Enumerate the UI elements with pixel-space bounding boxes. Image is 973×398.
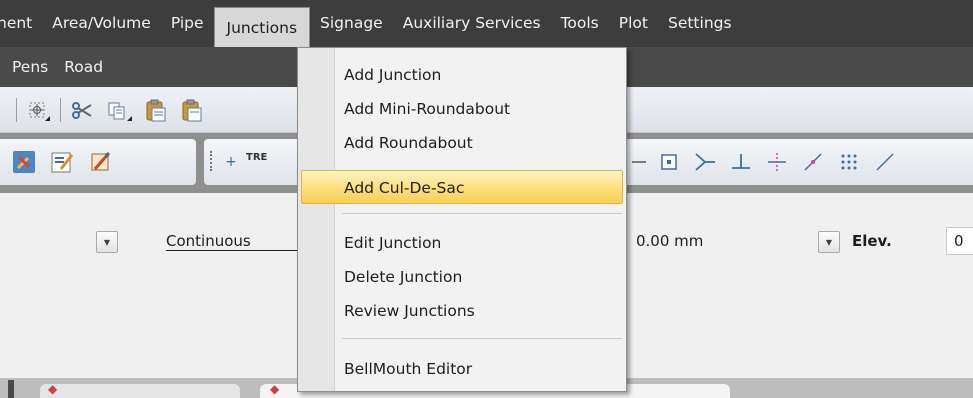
snap-perpendicular-icon[interactable]	[727, 149, 755, 175]
toolbar-separator	[60, 98, 61, 122]
snap-grid-icon[interactable]	[835, 149, 863, 175]
track-label[interactable]: TRE	[246, 152, 267, 163]
snap-toolbar	[625, 139, 973, 185]
menu-item-add-junction[interactable]: Add Junction	[298, 58, 626, 92]
tab-strip-handle	[8, 380, 14, 398]
tools-toolbar	[0, 139, 196, 185]
copy-icon[interactable]	[104, 98, 134, 124]
thickness-dropdown-button[interactable]: ▼	[818, 231, 840, 253]
menu-item-add-mini-roundabout[interactable]: Add Mini-Roundabout	[298, 92, 626, 126]
snap-center-icon[interactable]	[655, 149, 683, 175]
add-point-icon[interactable]: +	[222, 151, 240, 173]
menu-item-alignment[interactable]: nent	[0, 0, 42, 47]
document-tab[interactable]: ◆	[40, 382, 240, 398]
menu-item-road[interactable]: Road	[56, 58, 111, 76]
menu-item-tools[interactable]: Tools	[551, 0, 609, 47]
layer-dropdown-button[interactable]: ▼	[96, 231, 118, 253]
edit-layer-icon[interactable]	[86, 148, 114, 176]
snap-intersection-icon[interactable]	[691, 149, 719, 175]
snap-nearest-icon[interactable]	[763, 149, 791, 175]
track-toolbar: + TRE	[204, 139, 300, 185]
toolbar-separator	[16, 98, 17, 122]
menu-item-bellmouth-editor[interactable]: BellMouth Editor	[298, 352, 626, 386]
menu-item-delete-junction[interactable]: Delete Junction	[298, 260, 626, 294]
menu-item-plot[interactable]: Plot	[609, 0, 658, 47]
snap-extension-icon[interactable]	[871, 149, 899, 175]
menu-item-add-roundabout[interactable]: Add Roundabout	[298, 126, 626, 160]
drawing-icon: ◆	[48, 382, 58, 396]
snap-line-icon[interactable]	[629, 149, 651, 175]
toolbar-grip	[210, 151, 215, 171]
menu-item-settings[interactable]: Settings	[658, 0, 742, 47]
drawing-icon: ◆	[270, 382, 280, 396]
menu-divider	[342, 213, 622, 214]
snap-tangent-icon[interactable]	[799, 149, 827, 175]
menu-bar: nent Area/Volume Pipe Junctions Signage …	[0, 0, 973, 47]
edit-properties-icon[interactable]	[48, 148, 76, 176]
menu-item-pens[interactable]: Pens	[0, 58, 56, 76]
menu-item-auxiliary-services[interactable]: Auxiliary Services	[393, 0, 551, 47]
menu-item-junctions[interactable]: Junctions	[213, 7, 311, 47]
cut-icon[interactable]	[68, 98, 96, 124]
elev-input[interactable]: 0	[946, 227, 973, 255]
junctions-menu: Add Junction Add Mini-Roundabout Add Rou…	[297, 47, 627, 392]
tools-icon[interactable]	[10, 148, 38, 176]
menu-item-pipe[interactable]: Pipe	[161, 0, 214, 47]
snap-target-icon[interactable]	[24, 98, 52, 124]
menu-item-area-volume[interactable]: Area/Volume	[42, 0, 161, 47]
menu-divider	[342, 338, 622, 339]
linetype-field[interactable]: Continuous	[166, 232, 298, 251]
menu-item-review-junctions[interactable]: Review Junctions	[298, 294, 626, 328]
elev-value: 0	[954, 232, 964, 250]
paste-special-icon[interactable]	[178, 97, 206, 125]
menu-item-signage[interactable]: Signage	[310, 0, 393, 47]
paste-icon[interactable]	[142, 97, 170, 125]
menu-item-edit-junction[interactable]: Edit Junction	[298, 226, 626, 260]
menu-item-add-cul-de-sac[interactable]: Add Cul-De-Sac	[301, 170, 623, 204]
elev-label: Elev.	[852, 232, 892, 250]
thickness-field[interactable]: 0.00 mm	[636, 232, 703, 250]
